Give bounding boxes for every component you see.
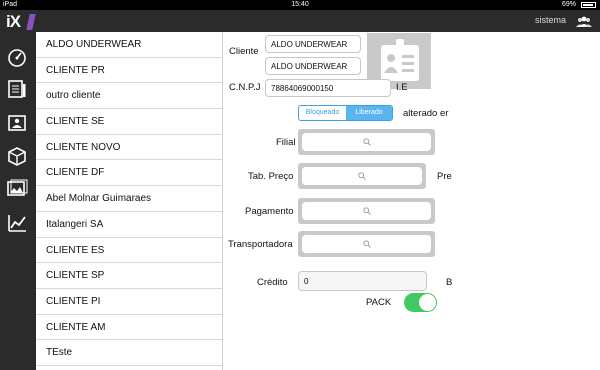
app-logo: iX (6, 12, 36, 32)
pagamento-label: Pagamento (245, 206, 294, 217)
clock: 15:40 (291, 1, 309, 8)
search-icon (362, 202, 371, 220)
sidebar (0, 32, 36, 370)
alterado-label: alterado er (403, 108, 449, 119)
cnpj-label: C.N.P.J (229, 82, 261, 93)
search-icon (358, 167, 366, 185)
list-item[interactable]: CLIENTE PI (36, 289, 222, 315)
segment-bloqueado[interactable]: Bloqueado (299, 106, 346, 120)
pack-label: PACK (366, 297, 392, 308)
b-label: B (446, 277, 453, 288)
list-item[interactable]: CLIENTE ES (36, 238, 222, 264)
cnpj-field[interactable]: 78864069000150 (265, 79, 391, 97)
list-item[interactable]: Abel Molnar Guimaraes (36, 186, 222, 212)
segment-liberado[interactable]: Liberado (346, 106, 392, 120)
battery-icon (581, 2, 596, 8)
filial-search-field[interactable] (298, 129, 435, 155)
pagamento-search-field[interactable] (298, 198, 435, 224)
users-icon[interactable] (576, 15, 592, 33)
cliente-name-field-1[interactable]: ALDO UNDERWEAR (265, 35, 361, 53)
filial-label: Filial (276, 137, 296, 148)
list-item[interactable]: CLIENTE AM (36, 315, 222, 341)
box-icon[interactable] (6, 145, 28, 167)
status-segmented-control: Bloqueado Liberado (298, 105, 393, 121)
pre-label: Pre (437, 171, 452, 182)
transportadora-search-field[interactable] (298, 231, 435, 257)
contact-card-icon[interactable] (6, 112, 28, 134)
list-item[interactable]: CLIENTE DF (36, 160, 222, 187)
tab-preco-label: Tab. Preço (248, 171, 294, 182)
document-icon[interactable] (6, 78, 28, 100)
credito-label: Crédito (257, 277, 288, 288)
tab-preco-search-field[interactable] (298, 163, 426, 189)
list-item[interactable]: outro cliente (36, 83, 222, 110)
list-item[interactable]: CLIENTE SE (36, 109, 222, 135)
list-item[interactable]: CLIENTE PR (36, 58, 222, 84)
search-icon (362, 235, 371, 253)
transportadora-label: Transportadora (228, 239, 293, 250)
client-list: ALDO UNDERWEAR CLIENTE PR outro cliente CLI… (36, 32, 223, 370)
user-label[interactable]: sistema (535, 15, 566, 25)
cliente-name-field-2[interactable]: ALDO UNDERWEAR (265, 57, 361, 75)
list-item[interactable]: CLIENTE SP (36, 263, 222, 289)
ie-label: I.E (396, 82, 408, 93)
list-item[interactable]: ALDO UNDERWEAR (36, 32, 222, 58)
list-item[interactable]: TEste (36, 340, 222, 366)
pack-toggle[interactable] (404, 293, 437, 312)
cliente-label: Cliente (229, 46, 259, 57)
list-item[interactable]: CLIENTE NOVO (36, 135, 222, 161)
chart-icon[interactable] (6, 212, 28, 234)
search-icon (362, 133, 371, 151)
status-bar: iPad 15:40 69% (0, 0, 600, 10)
battery-percent: 69% (561, 1, 576, 8)
speedometer-icon[interactable] (6, 46, 28, 68)
credito-field[interactable]: 0 (298, 271, 427, 291)
top-navbar: iX sistema (0, 10, 600, 32)
list-item[interactable]: Italangeri SA (36, 212, 222, 238)
images-icon[interactable] (6, 177, 28, 199)
